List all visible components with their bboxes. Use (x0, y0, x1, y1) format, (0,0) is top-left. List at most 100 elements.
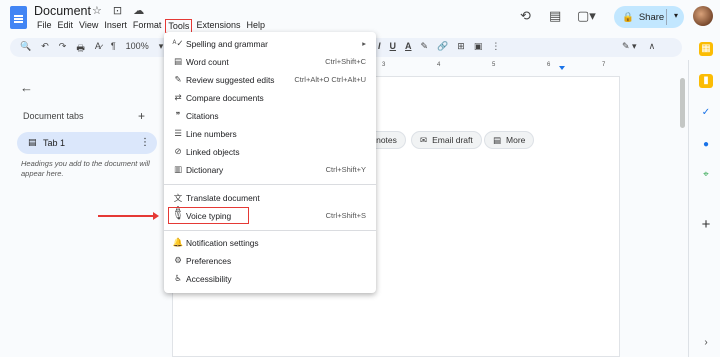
share-button[interactable]: 🔒 Share ▾ (614, 6, 684, 28)
bell-icon: 🔔 (172, 237, 184, 247)
contacts-icon[interactable]: ● (699, 138, 713, 152)
collapse-toolbar-icon[interactable]: ∧ (649, 41, 656, 52)
tasks-icon[interactable]: ✓ (699, 106, 713, 120)
document-tabs-title: Document tabs (23, 111, 84, 121)
scrollbar[interactable] (680, 78, 685, 128)
spellcheck-icon[interactable]: A̷ (95, 41, 101, 57)
insert-image-icon[interactable]: ▣ (474, 41, 483, 52)
calendar-icon[interactable]: ▦ (699, 42, 713, 56)
italic-button[interactable]: I (378, 41, 381, 52)
menu-item-label: Compare documents (186, 93, 264, 103)
menu-item-citations[interactable]: ❞ Citations (164, 107, 376, 125)
add-addon-icon[interactable]: + (699, 217, 713, 232)
search-menus-icon[interactable]: 🔍 (20, 41, 31, 57)
more-options-icon[interactable]: ⋮ (491, 41, 500, 52)
line-numbers-icon: ☰ (174, 128, 182, 138)
add-comment-icon[interactable]: ⊞ (457, 41, 465, 52)
menu-format[interactable]: Format (130, 19, 165, 33)
menu-edit[interactable]: Edit (55, 19, 77, 33)
share-label: Share (638, 11, 665, 23)
menu-extensions[interactable]: Extensions (193, 19, 243, 33)
toolbar-left-group: 🔍 ↶ ↷ 🖶 A̷ ¶ 100% ▾ (20, 41, 163, 57)
menu-item-label: Line numbers (186, 129, 237, 139)
menu-tools[interactable]: Tools (165, 19, 193, 33)
menu-item-label: Linked objects (186, 147, 240, 157)
tab-item[interactable] (17, 132, 157, 154)
menu-item-compare-documents[interactable]: ⇄ Compare documents (164, 89, 376, 107)
lock-icon: 🔒 (622, 11, 634, 23)
underline-button[interactable]: U (390, 41, 397, 52)
menu-item-notification-settings[interactable]: 🔔 Notification settings (164, 234, 376, 252)
spellcheck-icon: ᴬ✓ (172, 38, 184, 48)
compare-icon: ⇄ (174, 92, 182, 102)
add-tab-button[interactable]: + (138, 109, 145, 123)
menu-item-label: Review suggested edits (186, 75, 275, 85)
chevron-down-icon[interactable]: ▾ (674, 11, 678, 20)
more-chip[interactable]: ▤ More (484, 131, 535, 149)
annotation-arrow-icon (153, 212, 159, 220)
keep-icon[interactable]: ▮ (699, 74, 713, 88)
menu-item-accessibility[interactable]: ♿ Accessibility (164, 270, 376, 288)
document-title[interactable]: Document (34, 4, 91, 18)
menu-item-label: Accessibility (186, 274, 232, 284)
menu-item-label: Dictionary (186, 165, 224, 175)
annotation-arrow-line (98, 215, 155, 217)
history-icon[interactable]: ⟲ (520, 8, 531, 24)
menu-item-label: Citations (186, 111, 219, 121)
ruler-tick: 3 (382, 62, 386, 68)
print-icon[interactable]: 🖶 (76, 41, 85, 57)
voice-typing-highlight (168, 207, 249, 224)
review-edits-icon: ✎ (174, 74, 182, 84)
chip-label: Email draft (432, 135, 473, 145)
undo-icon[interactable]: ↶ (41, 41, 49, 57)
text-color-button[interactable]: A (405, 41, 412, 52)
dictionary-icon: ▥ (173, 164, 183, 174)
citations-icon: ❞ (175, 110, 181, 120)
docs-logo-icon[interactable] (10, 6, 27, 29)
submenu-arrow-icon: ▸ (362, 39, 366, 48)
meet-icon[interactable]: ▢▾ (577, 8, 596, 24)
zoom-select[interactable]: 100% (126, 41, 149, 57)
menu-item-review-edits[interactable]: ✎ Review suggested edits Ctrl+Alt+O Ctrl… (164, 71, 376, 89)
highlight-icon[interactable]: ✎ (421, 41, 429, 52)
toolbar-far-group: ✎ ▾ ∧ (622, 41, 655, 52)
menu-item-shortcut: Ctrl+Shift+Y (325, 165, 366, 174)
avatar[interactable] (693, 6, 713, 26)
menu-item-preferences[interactable]: ⚙ Preferences (164, 252, 376, 270)
menu-item-dictionary[interactable]: ▥ Dictionary Ctrl+Shift+Y (164, 161, 376, 179)
redo-icon[interactable]: ↷ (59, 41, 67, 57)
email-draft-chip[interactable]: ✉ Email draft (411, 131, 482, 149)
mail-icon: ✉ (420, 134, 428, 145)
menu-item-line-numbers[interactable]: ☰ Line numbers (164, 125, 376, 143)
indent-marker-icon[interactable] (559, 66, 565, 70)
expand-panel-icon[interactable]: › (699, 336, 713, 350)
menu-item-shortcut: Ctrl+Shift+S (325, 211, 366, 220)
word-count-icon: ▤ (173, 56, 183, 66)
tabs-hint-text: Headings you add to the document will ap… (21, 159, 150, 178)
back-arrow-icon[interactable]: ← (20, 80, 33, 95)
title-star-icon[interactable]: ☆ ⊡ ☁ (92, 4, 148, 17)
menu-item-linked-objects[interactable]: ⊘ Linked objects (164, 143, 376, 161)
menu-item-spelling-grammar[interactable]: ᴬ✓ Spelling and grammar ▸ (164, 35, 376, 53)
ruler-tick: 4 (437, 62, 441, 68)
paint-format-icon[interactable]: ¶ (111, 41, 116, 57)
menu-file[interactable]: File (34, 19, 55, 33)
menu-item-label: Preferences (186, 256, 232, 266)
tab-more-icon[interactable]: ⋮ (140, 137, 150, 148)
editing-mode-icon[interactable]: ✎ ▾ (622, 41, 637, 52)
menubar: File Edit View Insert Format Tools Exten… (34, 19, 268, 33)
menu-divider (164, 230, 376, 231)
zoom-chevron-icon[interactable]: ▾ (159, 41, 164, 57)
accessibility-icon: ♿ (174, 273, 182, 283)
menu-item-shortcut: Ctrl+Alt+O Ctrl+Alt+U (294, 75, 366, 84)
link-icon[interactable]: 🔗 (437, 41, 448, 52)
ruler-tick: 7 (602, 62, 606, 68)
comments-icon[interactable]: ▤ (549, 8, 561, 24)
menu-help[interactable]: Help (243, 19, 268, 33)
menu-divider (164, 184, 376, 185)
maps-icon[interactable]: ⌖ (699, 168, 713, 182)
menu-item-word-count[interactable]: ▤ Word count Ctrl+Shift+C (164, 53, 376, 71)
menu-item-translate-document[interactable]: 文A Translate document (164, 189, 376, 214)
menu-insert[interactable]: Insert (101, 19, 130, 33)
menu-view[interactable]: View (76, 19, 101, 33)
